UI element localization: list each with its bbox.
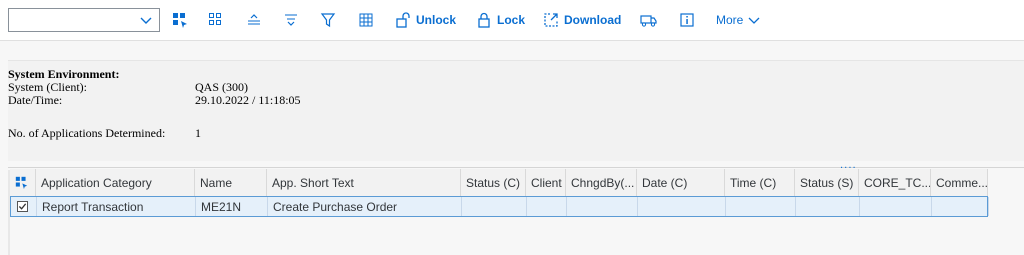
cell-comment[interactable] bbox=[932, 197, 989, 216]
datetime-value: 29.10.2022 / 11:18:05 bbox=[195, 93, 301, 107]
checkbox-checked-icon bbox=[17, 201, 28, 212]
cell-application-category[interactable]: Report Transaction bbox=[37, 197, 196, 216]
cell-time[interactable] bbox=[726, 197, 796, 216]
column-header[interactable]: Status (S) bbox=[795, 169, 859, 196]
cell-short-text[interactable]: Create Purchase Order bbox=[268, 197, 462, 216]
transport-button[interactable] bbox=[640, 10, 658, 30]
table-row[interactable]: Report Transaction ME21N Create Purchase… bbox=[10, 196, 989, 217]
lock-label: Lock bbox=[497, 13, 526, 27]
column-header[interactable]: Client bbox=[526, 169, 566, 196]
applications-count-label: No. of Applications Determined: bbox=[8, 126, 166, 140]
cell-name[interactable]: ME21N bbox=[196, 197, 268, 216]
calculator-button[interactable] bbox=[358, 10, 374, 30]
sort-descending-icon bbox=[285, 14, 297, 26]
cell-status-c[interactable] bbox=[462, 197, 527, 216]
lock-icon bbox=[478, 12, 490, 28]
cell-status-s[interactable] bbox=[796, 197, 860, 216]
cell-client[interactable] bbox=[527, 197, 567, 216]
column-header[interactable]: ChngdBy(... bbox=[566, 169, 637, 196]
cell-core-tc[interactable] bbox=[860, 197, 932, 216]
sort-ascending-icon bbox=[248, 14, 260, 25]
select-layout-button[interactable] bbox=[172, 10, 188, 30]
applications-table: Application Category Name App. Short Tex… bbox=[10, 169, 989, 217]
column-header[interactable]: CORE_TC... bbox=[859, 169, 931, 196]
applications-count-value: 1 bbox=[195, 126, 201, 140]
unlock-icon bbox=[396, 12, 410, 28]
table-header: Application Category Name App. Short Tex… bbox=[10, 169, 988, 197]
more-label: More bbox=[716, 13, 744, 27]
filter-button[interactable] bbox=[320, 10, 336, 30]
sort-descending-button[interactable] bbox=[283, 10, 299, 30]
more-button[interactable]: More bbox=[716, 10, 761, 30]
chevron-down-icon bbox=[140, 17, 152, 24]
layout-select[interactable] bbox=[8, 8, 160, 32]
column-header[interactable]: Comme... bbox=[931, 169, 988, 196]
change-layout-button[interactable] bbox=[208, 10, 224, 30]
table-calc-icon bbox=[359, 13, 373, 27]
cell-changed-by[interactable] bbox=[567, 197, 638, 216]
row-select-checkbox[interactable] bbox=[11, 197, 37, 216]
download-button[interactable]: Download bbox=[543, 10, 621, 30]
lock-button[interactable]: Lock bbox=[476, 10, 525, 30]
layout-grid-icon bbox=[173, 13, 187, 28]
column-header[interactable]: Application Category bbox=[36, 169, 195, 196]
column-header[interactable]: App. Short Text bbox=[267, 169, 461, 196]
system-info-panel: System Environment: System (Client): QAS… bbox=[8, 60, 1024, 161]
truck-icon bbox=[640, 15, 657, 27]
unlock-button[interactable]: Unlock bbox=[395, 10, 456, 30]
column-header[interactable]: Name bbox=[195, 169, 267, 196]
select-all-button[interactable] bbox=[10, 169, 36, 196]
toolbar: Unlock Lock Download More bbox=[0, 0, 1024, 41]
export-icon bbox=[544, 13, 558, 27]
grid-settings-icon bbox=[209, 13, 221, 25]
sort-ascending-button[interactable] bbox=[246, 10, 262, 30]
information-button[interactable] bbox=[679, 10, 695, 30]
info-icon bbox=[680, 13, 694, 27]
column-header[interactable]: Date (C) bbox=[637, 169, 725, 196]
filter-icon bbox=[320, 13, 336, 28]
chevron-down-icon bbox=[748, 17, 760, 24]
download-label: Download bbox=[564, 13, 622, 27]
column-header[interactable]: Status (C) bbox=[461, 169, 526, 196]
layout-grid-icon bbox=[15, 176, 28, 189]
datetime-label: Date/Time: bbox=[8, 93, 63, 107]
unlock-label: Unlock bbox=[416, 13, 457, 27]
cell-date[interactable] bbox=[638, 197, 726, 216]
pane-splitter[interactable]: .... bbox=[8, 159, 1024, 171]
column-header[interactable]: Time (C) bbox=[725, 169, 795, 196]
